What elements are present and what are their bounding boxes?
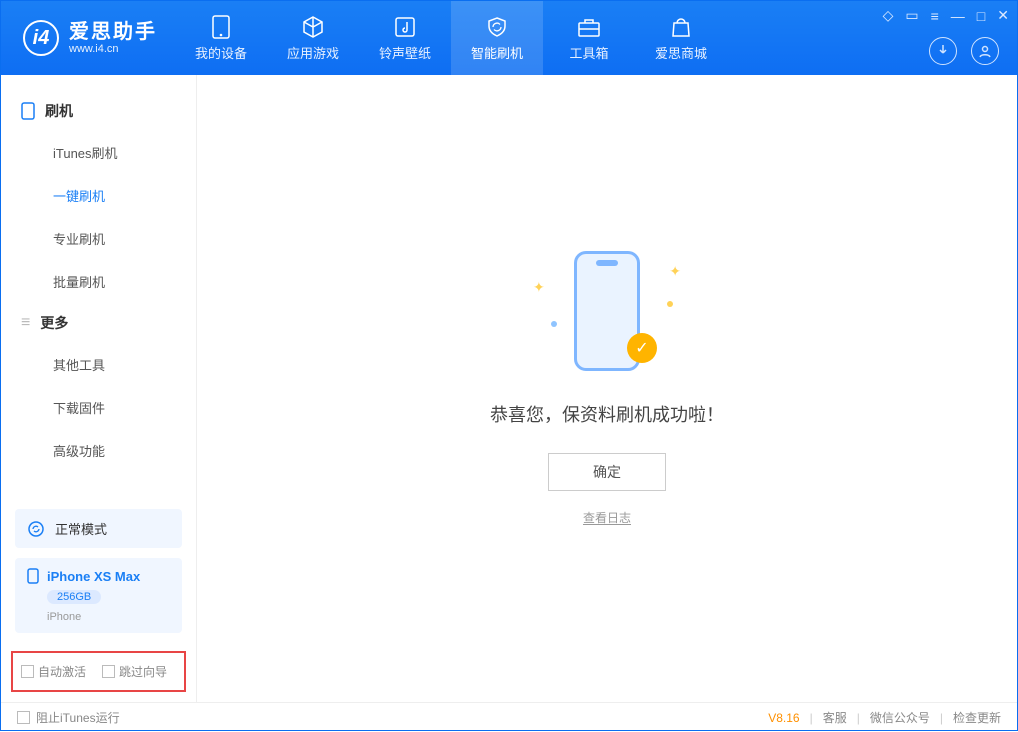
minimize-icon[interactable]: — bbox=[951, 8, 965, 24]
maximize-icon[interactable]: □ bbox=[977, 8, 985, 24]
ok-button[interactable]: 确定 bbox=[548, 453, 666, 491]
checkbox-skip-guide[interactable]: 跳过向导 bbox=[102, 663, 167, 680]
menu-icon[interactable]: ≡ bbox=[931, 8, 939, 24]
tab-smart-flash[interactable]: 智能刷机 bbox=[451, 1, 543, 75]
app-name: 爱思助手 bbox=[69, 21, 157, 43]
sidebar: 刷机 iTunes刷机 一键刷机 专业刷机 批量刷机 ≡ 更多 其他工具 下载固… bbox=[1, 75, 197, 702]
sidebar-item-advanced[interactable]: 高级功能 bbox=[1, 429, 196, 472]
sync-icon bbox=[27, 520, 45, 538]
close-icon[interactable]: ✕ bbox=[997, 7, 1009, 24]
header-right-actions bbox=[929, 37, 999, 65]
sidebar-item-oneclick-flash[interactable]: 一键刷机 bbox=[1, 174, 196, 217]
device-card[interactable]: iPhone XS Max 256GB iPhone bbox=[15, 558, 182, 633]
device-type: iPhone bbox=[47, 611, 170, 623]
sidebar-item-itunes-flash[interactable]: iTunes刷机 bbox=[1, 131, 196, 174]
download-circle-icon[interactable] bbox=[929, 37, 957, 65]
logo-block: i4 爱思助手 www.i4.cn bbox=[1, 1, 175, 75]
link-support[interactable]: 客服 bbox=[823, 709, 847, 726]
bag-icon bbox=[670, 15, 692, 39]
app-site: www.i4.cn bbox=[69, 43, 157, 55]
music-note-icon bbox=[394, 15, 416, 39]
checkbox-block-itunes[interactable]: 阻止iTunes运行 bbox=[17, 709, 120, 726]
logo-icon: i4 bbox=[23, 20, 59, 56]
device-name: iPhone XS Max bbox=[47, 569, 140, 584]
tab-toolbox[interactable]: 工具箱 bbox=[543, 1, 635, 75]
device-capacity: 256GB bbox=[47, 590, 101, 604]
user-circle-icon[interactable] bbox=[971, 37, 999, 65]
tab-ringtones-wallpapers[interactable]: 铃声壁纸 bbox=[359, 1, 451, 75]
skin-icon[interactable]: ◇ bbox=[883, 7, 894, 24]
toolbox-icon bbox=[577, 15, 601, 39]
status-bar: 阻止iTunes运行 V8.16 | 客服 | 微信公众号 | 检查更新 bbox=[1, 702, 1017, 732]
device-mode-status[interactable]: 正常模式 bbox=[15, 509, 182, 548]
app-header: i4 爱思助手 www.i4.cn 我的设备 应用游戏 铃声壁纸 智能刷机 工具… bbox=[1, 1, 1017, 75]
success-illustration: ✦ ✓ ✦ bbox=[527, 251, 687, 381]
sidebar-item-pro-flash[interactable]: 专业刷机 bbox=[1, 217, 196, 260]
dot-icon bbox=[551, 321, 557, 327]
window-controls: ◇ ▭ ≡ — □ ✕ bbox=[883, 7, 1009, 24]
device-icon bbox=[27, 568, 39, 584]
phone-outline-icon bbox=[21, 102, 35, 120]
app-version: V8.16 bbox=[768, 711, 799, 725]
main-content: ✦ ✓ ✦ 恭喜您，保资料刷机成功啦！ 确定 查看日志 bbox=[197, 75, 1017, 702]
checkmark-badge-icon: ✓ bbox=[627, 333, 657, 363]
list-icon: ≡ bbox=[21, 314, 30, 332]
cube-icon bbox=[301, 15, 325, 39]
flash-options-highlight: 自动激活 跳过向导 bbox=[11, 651, 186, 692]
sidebar-section-more: ≡ 更多 bbox=[1, 303, 196, 343]
sidebar-item-other-tools[interactable]: 其他工具 bbox=[1, 343, 196, 386]
checkbox-auto-activate[interactable]: 自动激活 bbox=[21, 663, 86, 680]
sidebar-section-flash: 刷机 bbox=[1, 91, 196, 131]
dot-icon bbox=[667, 301, 673, 307]
tab-apps-games[interactable]: 应用游戏 bbox=[267, 1, 359, 75]
view-log-link[interactable]: 查看日志 bbox=[583, 509, 631, 526]
success-message: 恭喜您，保资料刷机成功啦！ bbox=[490, 401, 724, 427]
nav-tabs: 我的设备 应用游戏 铃声壁纸 智能刷机 工具箱 爱思商城 bbox=[175, 1, 727, 75]
refresh-shield-icon bbox=[485, 15, 509, 39]
tab-my-device[interactable]: 我的设备 bbox=[175, 1, 267, 75]
sidebar-item-download-firmware[interactable]: 下载固件 bbox=[1, 386, 196, 429]
link-check-update[interactable]: 检查更新 bbox=[953, 709, 1001, 726]
tab-store[interactable]: 爱思商城 bbox=[635, 1, 727, 75]
settings-icon[interactable]: ▭ bbox=[905, 7, 918, 24]
app-body: 刷机 iTunes刷机 一键刷机 专业刷机 批量刷机 ≡ 更多 其他工具 下载固… bbox=[1, 75, 1017, 702]
link-wechat[interactable]: 微信公众号 bbox=[870, 709, 930, 726]
phone-icon bbox=[212, 15, 230, 39]
sidebar-item-batch-flash[interactable]: 批量刷机 bbox=[1, 260, 196, 303]
sparkle-icon: ✦ bbox=[533, 279, 545, 296]
sparkle-icon: ✦ bbox=[669, 263, 681, 280]
